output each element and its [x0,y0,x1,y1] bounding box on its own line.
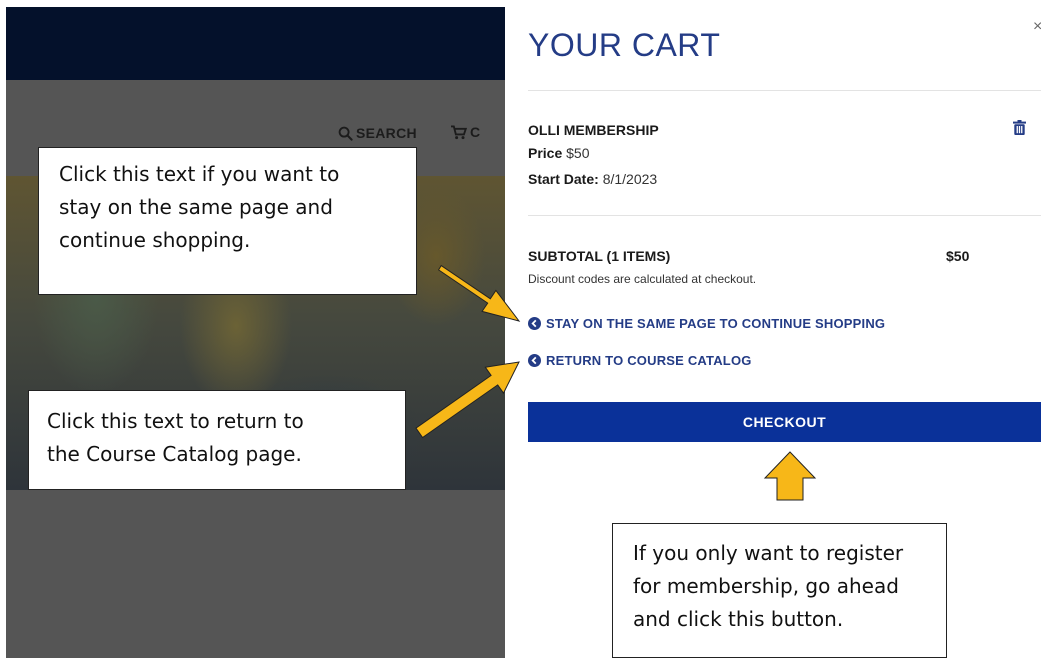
callout-text-line: Click this text if you want to [59,162,340,186]
price-label: Price [528,145,563,161]
discount-note: Discount codes are calculated at checkou… [528,272,757,286]
callout-text-line: Click this text to return to [47,409,304,433]
nav-search-label: SEARCH [356,125,417,141]
divider [528,90,1041,91]
return-to-catalog-link[interactable]: RETURN TO COURSE CATALOG [528,353,752,368]
start-date-value: 8/1/2023 [602,171,658,187]
callout-text-line: continue shopping. [59,228,251,252]
nav-cart-link[interactable]: C [450,124,480,140]
start-date-label: Start Date: [528,171,599,187]
callout-text-line: If you only want to register [633,541,904,565]
continue-shopping-link[interactable]: STAY ON THE SAME PAGE TO CONTINUE SHOPPI… [528,316,885,331]
chevron-left-circle-icon [528,317,541,330]
cart-title: YOUR CART [528,27,721,63]
callout-return-catalog: Click this text to return to the Course … [28,390,406,490]
checkout-button[interactable]: CHECKOUT [528,402,1041,442]
cart-item-start-date: Start Date: 8/1/2023 [528,171,657,187]
callout-text-line: for membership, go ahead [633,574,899,598]
website-background: SEARCH C [0,0,505,658]
callout-continue-shopping: Click this text if you want to stay on t… [38,147,417,295]
search-icon [338,126,353,141]
price-value: $50 [566,145,590,161]
divider [528,215,1041,216]
nav-cart-label: C [470,124,481,140]
nav-search-link[interactable]: SEARCH [338,125,417,141]
site-header [6,7,505,80]
callout-text-line: the Course Catalog page. [47,442,302,466]
cart-item-price: Price $50 [528,145,590,161]
subtotal-label: SUBTOTAL (1 ITEMS) [528,248,671,264]
close-icon[interactable]: × [1033,18,1041,36]
subtotal-value: $50 [946,248,970,264]
return-to-catalog-label: RETURN TO COURSE CATALOG [546,353,752,368]
continue-shopping-label: STAY ON THE SAME PAGE TO CONTINUE SHOPPI… [546,316,886,331]
trash-icon[interactable] [1013,120,1026,140]
cart-item-name: OLLI MEMBERSHIP [528,122,659,138]
site-body [6,490,505,658]
callout-text-line: and click this button. [633,607,844,631]
callout-checkout: If you only want to register for members… [612,523,947,658]
chevron-left-circle-icon [528,354,541,367]
callout-text-line: stay on the same page and [59,195,333,219]
cart-icon [451,124,467,139]
